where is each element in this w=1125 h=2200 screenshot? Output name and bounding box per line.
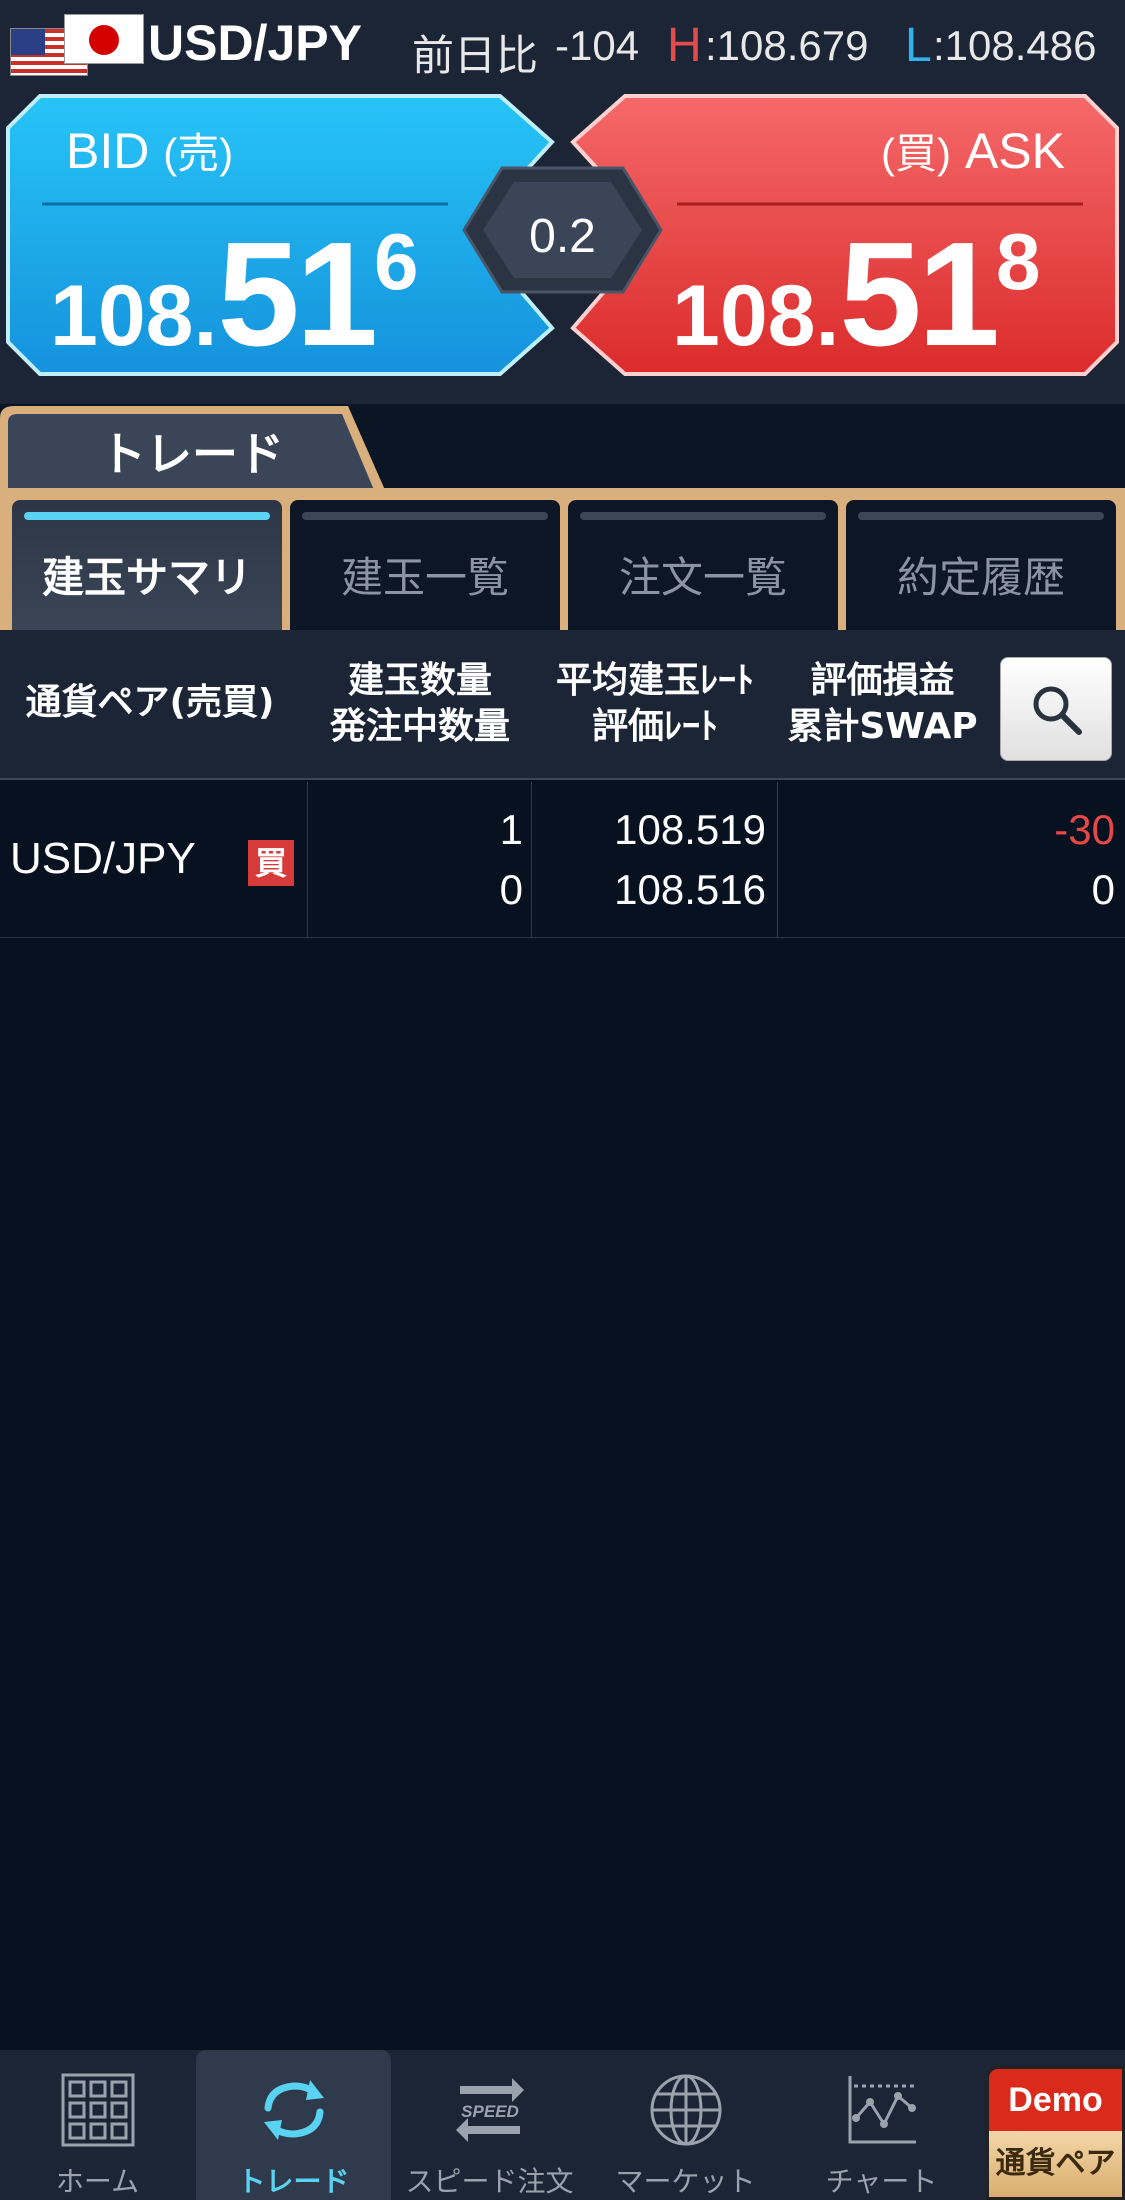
globe-icon xyxy=(650,2074,722,2146)
subtab-order-list[interactable]: 注文一覧 xyxy=(568,500,838,630)
subtab-position-list[interactable]: 建玉一覧 xyxy=(290,500,560,630)
ask-price-prefix: 108. xyxy=(672,268,840,364)
ask-price-big: 51 xyxy=(839,212,1000,377)
nav-chart[interactable]: チャート xyxy=(784,2050,979,2200)
change-label: 前日比 xyxy=(412,31,539,80)
nav-speed-order[interactable]: SPEED スピード注文 xyxy=(392,2050,587,2200)
spread-value: 0.2 xyxy=(529,210,596,263)
header-qty-label: 建玉数量 xyxy=(347,660,492,701)
demo-currency-pair-label: 通貨ペア xyxy=(989,2131,1122,2197)
nav-label: チャート xyxy=(825,2165,938,2198)
nav-label: ホーム xyxy=(55,2165,140,2198)
subtab-label: 建玉サマリ xyxy=(41,553,252,602)
currency-flags-icon xyxy=(10,14,144,78)
header-qty: 建玉数量 発注中数量 xyxy=(300,658,540,750)
bid-price: 108.516 xyxy=(50,210,419,380)
tab-trade-label: トレード xyxy=(100,427,284,481)
low-value: :108.486 xyxy=(933,22,1097,69)
nav-trade[interactable]: トレード xyxy=(196,2050,391,2200)
subtab-label: 約定履歴 xyxy=(896,553,1065,602)
header-rate: 平均建玉ﾚｰﾄ 評価ﾚｰﾄ xyxy=(540,658,770,750)
trade-screen: USD/JPY 前日比 -104 H :108.679 L :108.486 B… xyxy=(0,0,1125,2200)
bid-label: BID (売) xyxy=(66,120,233,181)
currency-header[interactable]: USD/JPY 前日比 -104 H :108.679 L :108.486 xyxy=(0,0,1125,92)
bid-sub-label: (売) xyxy=(163,130,234,177)
refresh-icon xyxy=(264,2080,324,2140)
row-qty: 1 xyxy=(499,806,523,853)
nav-market[interactable]: マーケット xyxy=(588,2050,783,2200)
header-pending-qty-label: 発注中数量 xyxy=(329,706,510,747)
subtab-label: 注文一覧 xyxy=(618,553,787,602)
speed-icon: SPEED xyxy=(456,2078,524,2142)
price-panel: BID (売) 108.516 (買) ASK 108.518 0.2 xyxy=(0,92,1125,404)
high-value: :108.679 xyxy=(705,22,869,69)
high-label: H xyxy=(667,19,702,72)
ask-label-text: ASK xyxy=(964,123,1065,179)
nav-label: スピード注文 xyxy=(405,2165,574,2198)
section-tab-bar: トレード xyxy=(0,404,1125,490)
demo-label: Demo xyxy=(989,2069,1122,2131)
change-value: -104 xyxy=(555,22,640,69)
row-pl: -30 xyxy=(1054,806,1115,853)
search-icon xyxy=(1033,686,1082,735)
header-swap-label: 累計SWAP xyxy=(787,706,978,747)
nav-label: マーケット xyxy=(615,2165,756,2198)
row-pair: USD/JPY xyxy=(10,834,196,883)
table-row[interactable]: USD/JPY 買 1 0 108.519 108.516 -30 0 xyxy=(0,782,1125,938)
buy-badge: 買 xyxy=(248,840,294,886)
subtab-execution-history[interactable]: 約定履歴 xyxy=(846,500,1116,630)
row-eval-rate: 108.516 xyxy=(614,866,766,913)
low-label: L xyxy=(905,19,932,72)
header-pair: 通貨ペア(売買) xyxy=(25,682,275,723)
row-pending-qty: 0 xyxy=(499,866,523,913)
divider xyxy=(0,488,1125,500)
bid-price-big: 51 xyxy=(217,212,378,377)
nav-label: トレード xyxy=(237,2165,350,2198)
jp-flag-icon xyxy=(64,14,144,64)
header-pl: 評価損益 累計SWAP xyxy=(770,658,995,750)
row-avg-rate: 108.519 xyxy=(614,806,766,853)
bid-price-prefix: 108. xyxy=(50,268,218,364)
row-swap: 0 xyxy=(1091,866,1115,913)
subtab-position-summary[interactable]: 建玉サマリ xyxy=(12,500,282,630)
table-header: 通貨ペア(売買) 建玉数量 発注中数量 平均建玉ﾚｰﾄ 評価ﾚｰﾄ 評価損益 累… xyxy=(0,630,1125,780)
ask-price-pip: 8 xyxy=(996,217,1041,306)
ask-sub-label: (買) xyxy=(881,130,952,177)
currency-pair-title[interactable]: USD/JPY xyxy=(148,14,362,72)
header-eval-rate-label: 評価ﾚｰﾄ xyxy=(591,706,718,747)
search-button[interactable] xyxy=(1000,657,1112,761)
demo-currency-pair-button[interactable]: Demo 通貨ペア xyxy=(986,2066,1125,2200)
subtab-bar: 建玉サマリ 建玉一覧 注文一覧 約定履歴 xyxy=(0,500,1125,630)
bid-label-text: BID xyxy=(66,123,150,179)
bid-price-pip: 6 xyxy=(374,217,419,306)
ask-label: (買) ASK xyxy=(881,120,1065,181)
bottom-navigation: ホーム トレード SPEED スピード注文 マーケット チャート Demo 通貨… xyxy=(0,2050,1125,2200)
subtab-label: 建玉一覧 xyxy=(340,553,509,602)
header-pl-label: 評価損益 xyxy=(810,660,955,701)
chart-icon xyxy=(848,2076,916,2144)
header-avg-rate-label: 平均建玉ﾚｰﾄ xyxy=(555,660,754,701)
grid-icon xyxy=(61,2073,135,2147)
ask-price: 108.518 xyxy=(672,210,1041,380)
nav-home[interactable]: ホーム xyxy=(0,2050,195,2200)
svg-text:SPEED: SPEED xyxy=(461,2102,519,2121)
